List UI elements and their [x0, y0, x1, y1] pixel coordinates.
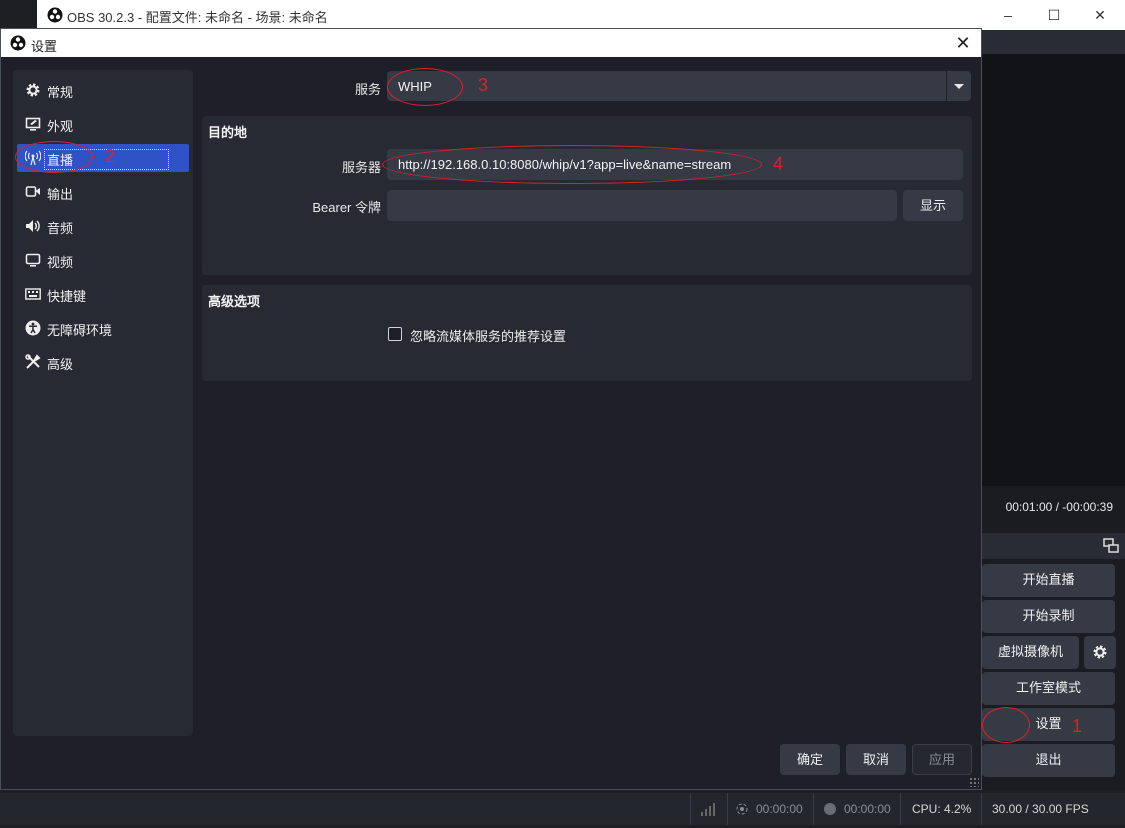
appearance-icon — [25, 117, 41, 131]
fps-text: 30.00 / 30.00 FPS — [992, 802, 1089, 816]
dialog-titlebar: 设置 ✕ — [1, 29, 981, 57]
bearer-token-label: Bearer 令牌 — [312, 200, 381, 215]
fps-status: 30.00 / 30.00 FPS — [981, 793, 1125, 825]
ok-button[interactable]: 确定 — [780, 744, 840, 775]
annotation-number-3: 3 — [478, 75, 489, 95]
start-streaming-button[interactable]: 开始直播 — [982, 564, 1115, 597]
sidebar-item-label: 无障碍环境 — [47, 323, 113, 338]
gear-icon — [1093, 645, 1107, 659]
output-icon — [25, 186, 40, 197]
sidebar-item-video[interactable]: 视频 — [17, 246, 189, 274]
main-titlebar: OBS 30.2.3 - 配置文件: 未命名 - 场景: 未命名 – ☐ ✕ — [37, 0, 1125, 30]
sidebar-item-general[interactable]: 常规 — [17, 76, 189, 104]
bearer-token-input[interactable] — [387, 190, 897, 221]
virtual-camera-button[interactable]: 虚拟摄像机 — [982, 636, 1079, 669]
cpu-usage-text: CPU: 4.2% — [912, 802, 972, 816]
advanced-options-title: 高级选项 — [208, 294, 261, 309]
sidebar-item-stream[interactable]: 直播 — [17, 144, 189, 172]
cancel-button[interactable]: 取消 — [846, 744, 906, 775]
server-url-input[interactable]: http://192.168.0.10:8080/whip/v1?app=liv… — [387, 149, 963, 180]
tools-icon — [25, 354, 41, 369]
signal-bars-icon — [701, 803, 715, 816]
cpu-usage: CPU: 4.2% — [900, 793, 981, 825]
sidebar-item-label: 外观 — [47, 119, 74, 134]
main-window-title: OBS 30.2.3 - 配置文件: 未命名 - 场景: 未命名 — [67, 10, 328, 25]
stream-time: 00:00:00 — [756, 802, 803, 816]
obs-logo-icon — [10, 35, 26, 51]
sidebar-item-label: 音频 — [47, 221, 74, 236]
obs-logo-icon — [47, 7, 63, 23]
sidebar-item-output[interactable]: 输出 — [17, 178, 189, 206]
stream-status: 00:00:00 — [727, 793, 813, 825]
virtual-camera-settings-button[interactable] — [1084, 636, 1116, 669]
sidebar-item-appearance[interactable]: 外观 — [17, 110, 189, 138]
ignore-recommended-checkbox[interactable] — [388, 327, 402, 341]
broadcast-icon — [25, 150, 41, 166]
broadcast-status-icon — [736, 803, 748, 815]
record-status-icon — [824, 803, 836, 815]
dock-undock-icon[interactable] — [1103, 538, 1119, 554]
sidebar-item-label: 高级 — [47, 357, 74, 372]
settings-dialog: 设置 ✕ 常规 外观 直播 输出 音频 视频 快捷键 无障碍环境 高级 服务 W… — [0, 28, 982, 790]
server-url-value: http://192.168.0.10:8080/whip/v1?app=liv… — [398, 157, 732, 172]
sidebar-item-label: 常规 — [47, 85, 74, 100]
sidebar-item-accessibility[interactable]: 无障碍环境 — [17, 314, 189, 342]
maximize-button[interactable]: ☐ — [1031, 0, 1077, 30]
annotation-number-4: 4 — [773, 154, 784, 174]
ignore-recommended-label[interactable]: 忽略流媒体服务的推荐设置 — [410, 326, 566, 345]
close-icon[interactable]: ✕ — [951, 31, 975, 55]
sidebar-item-label: 视频 — [47, 255, 74, 270]
advanced-options-group: 高级选项 — [202, 285, 972, 381]
exit-button[interactable]: 退出 — [982, 744, 1115, 777]
annotation-number-2: 2 — [105, 146, 116, 166]
studio-mode-button[interactable]: 工作室模式 — [982, 672, 1115, 705]
close-main-button[interactable]: ✕ — [1077, 0, 1123, 30]
service-select[interactable]: WHIP — [387, 71, 971, 101]
server-label: 服务器 — [341, 160, 381, 175]
gear-icon — [26, 83, 40, 97]
service-label: 服务 — [354, 82, 381, 97]
service-value: WHIP — [398, 79, 432, 94]
sidebar-item-hotkeys[interactable]: 快捷键 — [17, 280, 189, 308]
chevron-down-icon[interactable] — [946, 71, 971, 101]
accessibility-icon — [25, 320, 41, 336]
keyboard-icon — [25, 288, 41, 300]
start-recording-button[interactable]: 开始录制 — [982, 600, 1115, 633]
resize-grip-icon[interactable] — [969, 777, 979, 787]
controls-dock-header — [982, 533, 1125, 559]
minimize-button[interactable]: – — [985, 0, 1031, 30]
monitor-icon — [25, 253, 41, 267]
destination-title: 目的地 — [208, 125, 248, 140]
apply-button[interactable]: 应用 — [912, 744, 972, 775]
main-menubar — [982, 30, 1125, 54]
settings-sidebar: 常规 外观 直播 输出 音频 视频 快捷键 无障碍环境 高级 — [13, 70, 193, 736]
sidebar-item-label: 快捷键 — [47, 289, 87, 304]
speaker-icon — [26, 220, 40, 232]
media-time-readout: 00:01:00 / -00:00:39 — [1005, 500, 1113, 514]
media-controls: 00:01:00 / -00:00:39 — [982, 486, 1125, 530]
settings-button[interactable]: 设置 — [982, 708, 1115, 741]
show-token-button[interactable]: 显示 — [903, 190, 963, 221]
dialog-title: 设置 — [31, 39, 58, 54]
sidebar-item-audio[interactable]: 音频 — [17, 212, 189, 240]
network-status — [690, 793, 727, 825]
annotation-number-1: 1 — [1072, 716, 1083, 736]
preview-area — [982, 54, 1125, 486]
status-bar: 00:00:00 00:00:00 CPU: 4.2% 30.00 / 30.0… — [0, 793, 1125, 825]
sidebar-item-label: 输出 — [47, 187, 74, 202]
sidebar-item-advanced[interactable]: 高级 — [17, 348, 189, 376]
record-status: 00:00:00 — [813, 793, 900, 825]
record-time: 00:00:00 — [844, 802, 891, 816]
